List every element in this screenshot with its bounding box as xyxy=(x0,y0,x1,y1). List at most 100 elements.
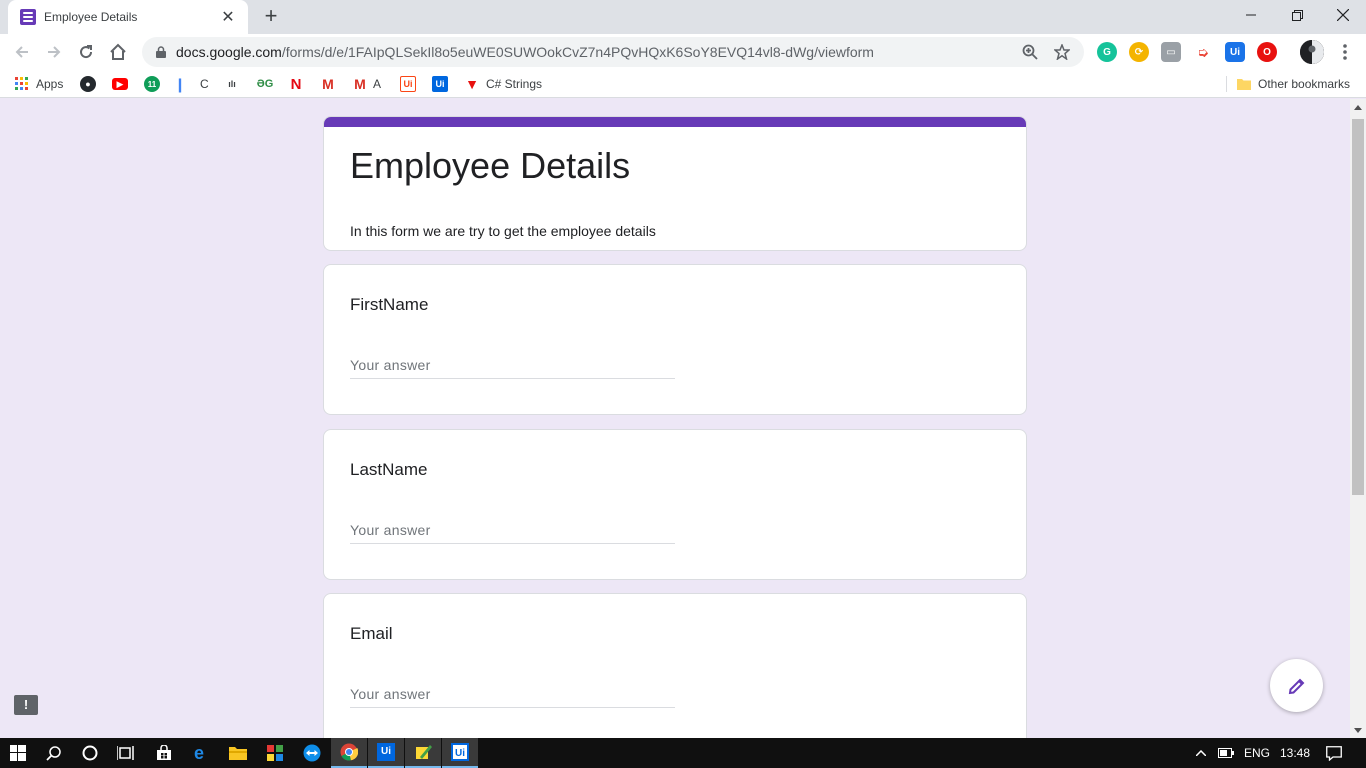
reload-button[interactable] xyxy=(73,39,99,65)
opera-icon[interactable]: O xyxy=(1257,42,1277,62)
form-page: Employee Details In this form we are try… xyxy=(0,99,1350,738)
bookmark-youtube[interactable]: ▶ xyxy=(112,75,128,93)
minimize-button[interactable] xyxy=(1228,0,1274,30)
tab-employee-details[interactable]: Employee Details ✕ xyxy=(8,0,248,34)
bookmark-gmail[interactable]: M xyxy=(320,75,336,93)
edge-icon: e xyxy=(194,744,204,762)
search-button[interactable] xyxy=(36,738,72,768)
close-window-button[interactable] xyxy=(1320,0,1366,30)
bookmark-c[interactable]: C xyxy=(196,75,209,93)
chrome-taskbar-button[interactable] xyxy=(331,738,367,768)
forms-favicon-icon xyxy=(20,9,36,25)
bookmark-cisco[interactable]: ılı xyxy=(222,75,242,93)
back-button[interactable] xyxy=(9,39,35,65)
bookmark-geeksforgeeks[interactable]: ƏG xyxy=(254,75,276,93)
tab-title: Employee Details xyxy=(44,10,138,24)
teamviewer-button[interactable] xyxy=(294,738,330,768)
bookmark-csharp-strings[interactable]: ▼ C# Strings xyxy=(464,75,542,93)
github-icon: ● xyxy=(80,76,96,92)
tab-close-icon[interactable]: ✕ xyxy=(218,7,238,27)
uipath-studio-button[interactable]: Ui xyxy=(368,738,404,768)
new-tab-button[interactable]: + xyxy=(258,4,284,30)
restore-button[interactable] xyxy=(1274,0,1320,30)
geeksforgeeks-icon: ƏG xyxy=(256,78,274,90)
feedback-button[interactable]: ! xyxy=(14,695,38,715)
sketch-app-button[interactable] xyxy=(405,738,441,768)
page-scrollbar[interactable] xyxy=(1350,99,1366,738)
email-input[interactable] xyxy=(350,680,675,708)
bookmark-11[interactable]: 11 xyxy=(144,75,160,93)
question-label: LastName xyxy=(350,460,428,479)
question-label: Email xyxy=(350,624,393,643)
uipath-studio-icon: Ui xyxy=(377,743,395,761)
edge-button[interactable]: e xyxy=(183,738,219,768)
bookmark-feather[interactable]: ❙ xyxy=(172,75,188,93)
store-bag-icon xyxy=(157,745,171,760)
lock-icon xyxy=(154,45,168,59)
paint-icon xyxy=(416,745,432,759)
bookmark-apps[interactable]: Apps xyxy=(14,75,63,93)
language-indicator[interactable]: ENG xyxy=(1244,746,1270,760)
app-tiles-button[interactable] xyxy=(257,738,293,768)
bookmark-gmail-a[interactable]: M A xyxy=(352,75,381,93)
screen-capture-icon[interactable]: ▭ xyxy=(1161,42,1181,62)
start-button[interactable] xyxy=(0,738,36,768)
arrow-right-icon xyxy=(48,46,61,58)
cast-icon[interactable]: ➭ xyxy=(1193,42,1213,62)
other-bookmarks[interactable]: Other bookmarks xyxy=(1236,75,1350,93)
uipath-robot-button[interactable]: Ui xyxy=(442,738,478,768)
bookmarks-bar: Apps ● ▶ 11 ❙ C ılı ƏG N M M A Ui Ui ▼ C… xyxy=(0,70,1366,98)
windows-logo-icon xyxy=(10,745,26,761)
windows-taskbar: e Ui Ui ENG 13:48 xyxy=(0,738,1366,768)
home-button[interactable] xyxy=(105,39,131,65)
scroll-down-arrow-icon[interactable] xyxy=(1350,722,1366,738)
svg-text:e: e xyxy=(194,744,204,762)
action-center-button[interactable] xyxy=(1318,738,1350,768)
lastname-input[interactable] xyxy=(350,516,675,544)
url-text[interactable]: docs.google.com/forms/d/e/1FAIpQLSekIl8o… xyxy=(176,44,1010,60)
store-button[interactable] xyxy=(146,738,182,768)
url-host: docs.google.com xyxy=(176,44,282,60)
more-vertical-icon xyxy=(1343,44,1347,60)
cortana-button[interactable] xyxy=(72,738,108,768)
scroll-thumb[interactable] xyxy=(1352,119,1364,495)
task-view-button[interactable] xyxy=(108,738,144,768)
close-icon xyxy=(1337,9,1349,21)
folder-icon xyxy=(1236,76,1252,92)
form-accent-bar xyxy=(324,117,1026,127)
firstname-input[interactable] xyxy=(350,351,675,379)
scroll-up-arrow-icon[interactable] xyxy=(1350,99,1366,115)
file-explorer-button[interactable] xyxy=(220,738,256,768)
star-icon[interactable] xyxy=(1050,40,1074,64)
clock[interactable]: 13:48 xyxy=(1280,746,1310,760)
restore-icon xyxy=(1291,9,1303,21)
tab-strip: Employee Details ✕ + xyxy=(0,0,1366,34)
sync-icon[interactable]: ⟳ xyxy=(1129,42,1149,62)
grammarly-icon[interactable]: G xyxy=(1097,42,1117,62)
home-icon xyxy=(110,43,126,60)
profile-avatar[interactable] xyxy=(1300,40,1324,64)
eleven-icon: 11 xyxy=(144,76,160,92)
question-card-lastname: LastName xyxy=(323,429,1027,580)
uipath-blue-icon: Ui xyxy=(432,76,448,92)
address-bar[interactable]: docs.google.com/forms/d/e/1FAIpQLSekIl8o… xyxy=(142,37,1084,67)
bookmark-uipath-blue[interactable]: Ui xyxy=(432,75,448,93)
youtube-icon: ▶ xyxy=(112,78,128,90)
pencil-icon xyxy=(1288,678,1304,694)
edit-form-button[interactable] xyxy=(1270,659,1323,712)
bookmark-netflix[interactable]: N xyxy=(288,75,304,93)
form-description: In this form we are try to get the emplo… xyxy=(350,223,656,239)
forward-button[interactable] xyxy=(41,39,67,65)
uipath-icon[interactable]: Ui xyxy=(1225,42,1245,62)
bookmark-github[interactable]: ● xyxy=(80,75,96,93)
bookmark-csharp-strings-label: C# Strings xyxy=(486,77,543,91)
bookmark-gmail-a-label: A xyxy=(373,77,382,91)
chrome-icon xyxy=(340,743,358,761)
gmail-icon: M xyxy=(322,76,334,92)
avatar-icon xyxy=(1300,40,1324,64)
zoom-icon[interactable] xyxy=(1018,40,1042,64)
chrome-menu-button[interactable] xyxy=(1332,39,1358,65)
chevron-up-icon xyxy=(1196,750,1206,756)
bookmark-uipath-orange[interactable]: Ui xyxy=(400,75,416,93)
battery-button[interactable] xyxy=(1212,738,1240,768)
